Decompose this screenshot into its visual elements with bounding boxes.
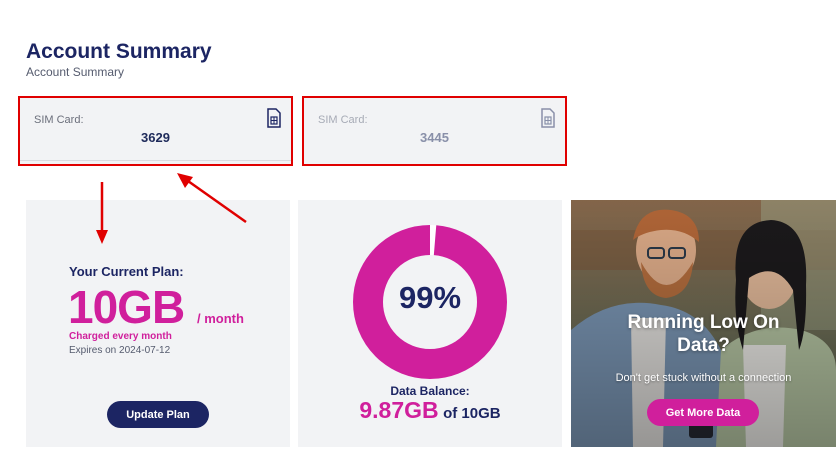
- sim-card-number: 3629: [141, 130, 170, 145]
- data-balance-amount: 9.87GB of 10GB: [298, 397, 562, 424]
- page-title: Account Summary: [26, 40, 212, 63]
- current-plan-panel: Your Current Plan: 10GB / month Charged …: [26, 200, 290, 447]
- page-subtitle: Account Summary: [26, 65, 125, 79]
- plan-expiry-date: Expires on 2024-07-12: [69, 345, 171, 356]
- plan-amount: 10GB: [68, 281, 185, 333]
- plan-label: Your Current Plan:: [69, 264, 184, 279]
- sim-card-tile-1[interactable]: SIM Card: 3629: [18, 96, 293, 166]
- promo-title-line-1: Running Low On: [627, 312, 780, 333]
- data-balance-value: 9.87GB: [359, 397, 439, 423]
- sim-card-number: 3445: [420, 130, 449, 145]
- sim-card-tile-2[interactable]: SIM Card: 3445: [302, 96, 567, 166]
- promo-title-line-2: Data?: [677, 335, 730, 356]
- plan-charge-frequency: Charged every month: [69, 331, 172, 342]
- promo-banner: Running Low On Data? Don't get stuck wit…: [571, 200, 836, 447]
- data-balance-label: Data Balance:: [390, 384, 470, 398]
- update-plan-button[interactable]: Update Plan: [107, 401, 209, 428]
- data-balance-panel: 99% Data Balance: 9.87GB of 10GB: [298, 200, 562, 447]
- plan-unit: / month: [197, 311, 244, 326]
- sim-card-icon: [541, 108, 555, 128]
- get-more-data-button[interactable]: Get More Data: [647, 399, 759, 426]
- promo-subtitle: Don't get stuck without a connection: [615, 372, 792, 384]
- sim-card-icon: [267, 108, 281, 128]
- sim-card-label: SIM Card:: [318, 114, 368, 126]
- divider: [20, 160, 291, 161]
- promo-title: Running Low On Data?: [571, 311, 836, 357]
- data-balance-total: of 10GB: [443, 405, 501, 422]
- sim-card-label: SIM Card:: [34, 114, 84, 126]
- data-balance-percent: 99%: [398, 280, 462, 315]
